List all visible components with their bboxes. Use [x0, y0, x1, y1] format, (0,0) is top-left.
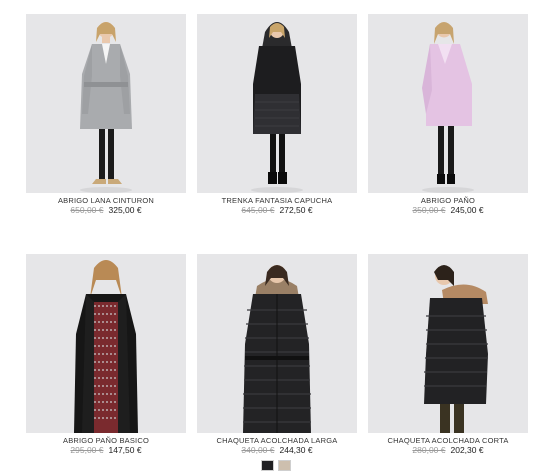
sale-price: 147,50 €: [108, 445, 142, 455]
product-name[interactable]: ABRIGO LANA CINTURON: [26, 196, 186, 205]
product-name[interactable]: CHAQUETA ACOLCHADA CORTA: [368, 436, 528, 445]
original-price: 650,00 €: [70, 205, 104, 215]
product-card[interactable]: TRENKA FANTASIA CAPUCHA 645,00 € 272,50 €: [197, 14, 357, 216]
model-figure: [368, 254, 528, 433]
original-price: 645,00 €: [241, 205, 275, 215]
product-card[interactable]: ABRIGO PAÑO BASICO 295,00 € 147,50 €: [26, 254, 186, 456]
model-figure: [197, 14, 357, 193]
product-card[interactable]: ABRIGO LANA CINTURON 650,00 € 325,00 €: [26, 14, 186, 216]
product-prices: 340,00 € 244,30 €: [197, 445, 357, 456]
sale-price: 245,00 €: [450, 205, 484, 215]
model-figure: [197, 254, 357, 433]
swatch-black[interactable]: [261, 460, 274, 471]
model-figure: [368, 14, 528, 193]
product-image[interactable]: [197, 254, 357, 433]
product-image[interactable]: [197, 14, 357, 193]
color-swatches: [261, 460, 291, 471]
original-price: 350,00 €: [412, 205, 446, 215]
model-figure: [26, 254, 186, 433]
product-name[interactable]: CHAQUETA ACOLCHADA LARGA: [197, 436, 357, 445]
product-image[interactable]: [368, 14, 528, 193]
product-prices: 645,00 € 272,50 €: [197, 205, 357, 216]
product-image[interactable]: [368, 254, 528, 433]
product-name[interactable]: ABRIGO PAÑO: [368, 196, 528, 205]
sale-price: 244,30 €: [279, 445, 313, 455]
product-name[interactable]: TRENKA FANTASIA CAPUCHA: [197, 196, 357, 205]
product-grid: ABRIGO LANA CINTURON 650,00 € 325,00 € TR…: [0, 0, 547, 475]
product-prices: 295,00 € 147,50 €: [26, 445, 186, 456]
sale-price: 202,30 €: [450, 445, 484, 455]
product-name[interactable]: ABRIGO PAÑO BASICO: [26, 436, 186, 445]
model-figure: [26, 14, 186, 193]
original-price: 340,00 €: [241, 445, 275, 455]
product-card[interactable]: CHAQUETA ACOLCHADA CORTA 280,00 € 202,30 …: [368, 254, 528, 456]
original-price: 295,00 €: [70, 445, 104, 455]
product-card[interactable]: ABRIGO PAÑO 350,00 € 245,00 €: [368, 14, 528, 216]
product-prices: 650,00 € 325,00 €: [26, 205, 186, 216]
swatch-beige[interactable]: [278, 460, 291, 471]
product-card[interactable]: CHAQUETA ACOLCHADA LARGA 340,00 € 244,30 …: [197, 254, 357, 456]
product-prices: 350,00 € 245,00 €: [368, 205, 528, 216]
product-image[interactable]: [26, 254, 186, 433]
original-price: 280,00 €: [412, 445, 446, 455]
sale-price: 272,50 €: [279, 205, 313, 215]
product-prices: 280,00 € 202,30 €: [368, 445, 528, 456]
sale-price: 325,00 €: [108, 205, 142, 215]
product-image[interactable]: [26, 14, 186, 193]
